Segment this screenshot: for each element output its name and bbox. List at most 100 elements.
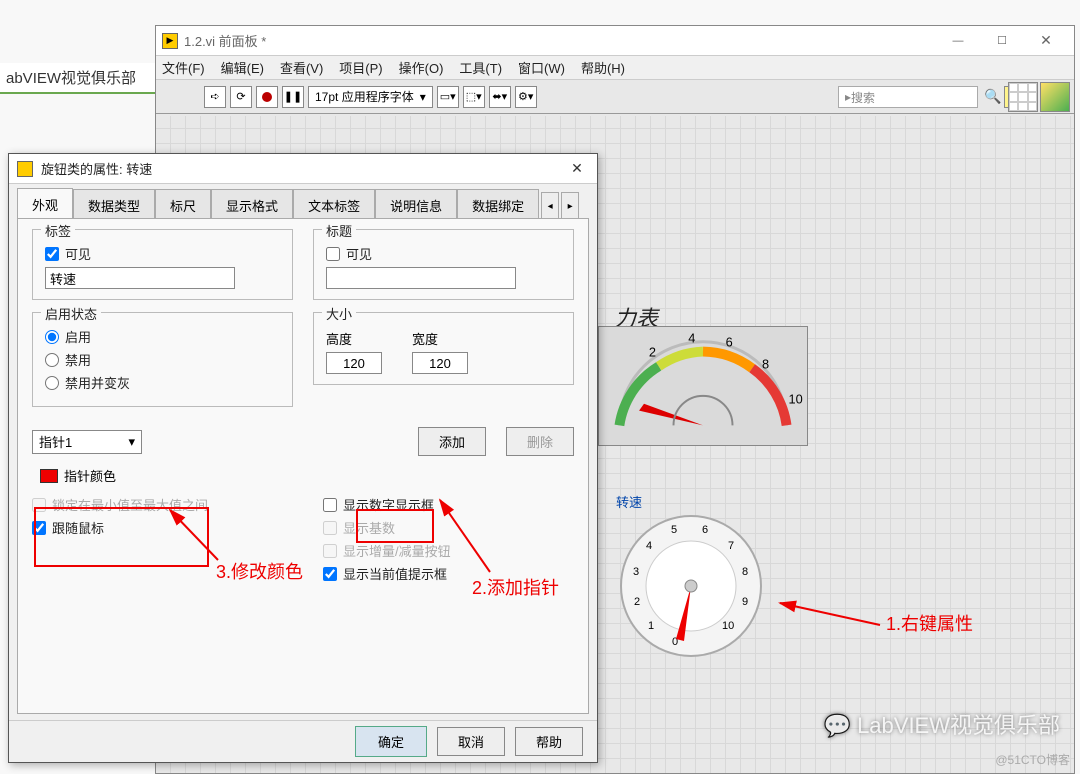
knob-speed-label: 转速: [616, 492, 642, 511]
enable-radio-grayed[interactable]: 禁用并变灰: [45, 373, 280, 392]
tab-description[interactable]: 说明信息: [375, 189, 457, 221]
watermark-text: @51CTO博客: [995, 751, 1070, 768]
tab-scroll-right[interactable]: ▸: [561, 192, 579, 220]
show-currentval-checkbox[interactable]: 显示当前值提示框: [323, 564, 574, 583]
delete-pointer-button[interactable]: 删除: [506, 427, 574, 456]
label-visible-checkbox[interactable]: 可见: [45, 244, 280, 263]
pointer-color-row[interactable]: 指针颜色: [40, 466, 574, 485]
run-button[interactable]: ➪: [204, 86, 226, 108]
menu-file[interactable]: 文件(F): [162, 58, 205, 77]
enable-fieldset: 启用状态 启用 禁用 禁用并变灰: [32, 312, 293, 407]
window-titlebar: ▶ 1.2.vi 前面板 * — ☐ ✕: [156, 26, 1074, 56]
height-input[interactable]: [326, 352, 382, 374]
svg-text:9: 9: [742, 596, 748, 608]
menu-edit[interactable]: 编辑(E): [221, 58, 264, 77]
width-label: 宽度: [412, 329, 468, 348]
background-tab: abVIEW视觉俱乐部: [0, 63, 155, 94]
svg-text:2: 2: [649, 345, 656, 360]
enable-radio-disabled[interactable]: 禁用: [45, 350, 280, 369]
pause-button[interactable]: ❚❚: [282, 86, 304, 108]
show-incdec-checkbox: 显示增量/减量按钮: [323, 541, 574, 560]
resize-button[interactable]: ⬌▾: [489, 86, 511, 108]
align-button[interactable]: ▭▾: [437, 86, 459, 108]
reorder-button[interactable]: ⚙▾: [515, 86, 537, 108]
tab-databinding[interactable]: 数据绑定: [457, 189, 539, 221]
height-label: 高度: [326, 329, 382, 348]
speed-knob[interactable]: 0 1 2 3 4 5 6 7 8 9 10: [616, 511, 766, 661]
title-text-input[interactable]: [326, 267, 516, 289]
labview-icon: [17, 161, 33, 177]
tab-format[interactable]: 显示格式: [211, 189, 293, 221]
connector-grid[interactable]: [1008, 82, 1038, 112]
dialog-titlebar: 旋钮类的属性: 转速 ✕: [9, 154, 597, 184]
close-button[interactable]: ✕: [1024, 27, 1068, 55]
search-icon[interactable]: 🔍: [984, 88, 1002, 106]
dialog-close-button[interactable]: ✕: [565, 157, 589, 181]
title-visible-checkbox[interactable]: 可见: [326, 244, 561, 263]
svg-text:8: 8: [762, 356, 769, 371]
search-input[interactable]: ▸ 搜索: [838, 86, 978, 108]
dialog-tabs: 外观 数据类型 标尺 显示格式 文本标签 说明信息 数据绑定 ◂ ▸: [9, 184, 597, 220]
tab-scale[interactable]: 标尺: [155, 189, 211, 221]
size-fieldset: 大小 高度 宽度: [313, 312, 574, 385]
dialog-footer: 确定 取消 帮助: [9, 720, 597, 762]
width-input[interactable]: [412, 352, 468, 374]
svg-text:10: 10: [722, 620, 734, 632]
menu-bar: 文件(F) 编辑(E) 查看(V) 项目(P) 操作(O) 工具(T) 窗口(W…: [156, 56, 1074, 80]
dialog-body: 标签 可见 启用状态 启用 禁用 禁用并变灰 标题 可见 大: [17, 218, 589, 714]
label-legend: 标签: [41, 221, 75, 240]
pointer-color-swatch[interactable]: [40, 469, 58, 483]
watermark-logo: 💬 LabVIEW视觉俱乐部: [824, 708, 1060, 740]
svg-text:10: 10: [789, 392, 803, 407]
distribute-button[interactable]: ⬚▾: [463, 86, 485, 108]
menu-view[interactable]: 查看(V): [280, 58, 323, 77]
svg-text:4: 4: [646, 540, 652, 552]
minimize-button[interactable]: —: [936, 27, 980, 55]
add-pointer-button[interactable]: 添加: [418, 427, 486, 456]
size-legend: 大小: [322, 304, 356, 323]
svg-text:2: 2: [634, 596, 640, 608]
pressure-gauge[interactable]: 2 4 6 8 10: [598, 326, 808, 446]
title-legend: 标题: [322, 221, 356, 240]
enable-legend: 启用状态: [41, 304, 101, 323]
svg-text:4: 4: [688, 331, 695, 346]
svg-text:8: 8: [742, 566, 748, 578]
connector-pane: [1008, 82, 1070, 112]
label-text-input[interactable]: [45, 267, 235, 289]
pointer-color-label: 指针颜色: [64, 466, 116, 485]
svg-text:5: 5: [671, 524, 677, 536]
follow-mouse-checkbox[interactable]: 跟随鼠标: [32, 518, 283, 537]
labview-icon: ▶: [162, 33, 178, 49]
svg-text:6: 6: [726, 335, 733, 350]
tab-datatype[interactable]: 数据类型: [73, 189, 155, 221]
ok-button[interactable]: 确定: [355, 726, 427, 757]
enable-radio-enabled[interactable]: 启用: [45, 327, 280, 346]
chevron-down-icon: ▾: [128, 434, 135, 450]
tab-textlabel[interactable]: 文本标签: [293, 189, 375, 221]
cancel-button[interactable]: 取消: [437, 727, 505, 756]
menu-help[interactable]: 帮助(H): [581, 58, 625, 77]
menu-operate[interactable]: 操作(O): [399, 58, 444, 77]
title-fieldset: 标题 可见: [313, 229, 574, 300]
menu-window[interactable]: 窗口(W): [518, 58, 565, 77]
show-radix-checkbox: 显示基数: [323, 518, 574, 537]
pointer-select[interactable]: 指针1▾: [32, 430, 142, 454]
menu-project[interactable]: 项目(P): [339, 58, 382, 77]
maximize-button[interactable]: ☐: [980, 27, 1024, 55]
lock-range-checkbox: 锁定在最小值至最大值之间: [32, 495, 283, 514]
tab-scroll-left[interactable]: ◂: [541, 192, 559, 220]
show-digital-checkbox[interactable]: 显示数字显示框: [323, 495, 574, 514]
abort-button[interactable]: [256, 86, 278, 108]
tab-appearance[interactable]: 外观: [17, 188, 73, 221]
vi-icon[interactable]: [1040, 82, 1070, 112]
dialog-title: 旋钮类的属性: 转速: [41, 159, 565, 178]
svg-text:1: 1: [648, 620, 654, 632]
label-fieldset: 标签 可见: [32, 229, 293, 300]
svg-text:6: 6: [702, 524, 708, 536]
svg-text:7: 7: [728, 540, 734, 552]
run-continuously-button[interactable]: ⟳: [230, 86, 252, 108]
help-button[interactable]: 帮助: [515, 727, 583, 756]
font-selector[interactable]: 17pt 应用程序字体▾: [308, 86, 433, 108]
svg-text:3: 3: [633, 566, 639, 578]
menu-tools[interactable]: 工具(T): [459, 58, 502, 77]
